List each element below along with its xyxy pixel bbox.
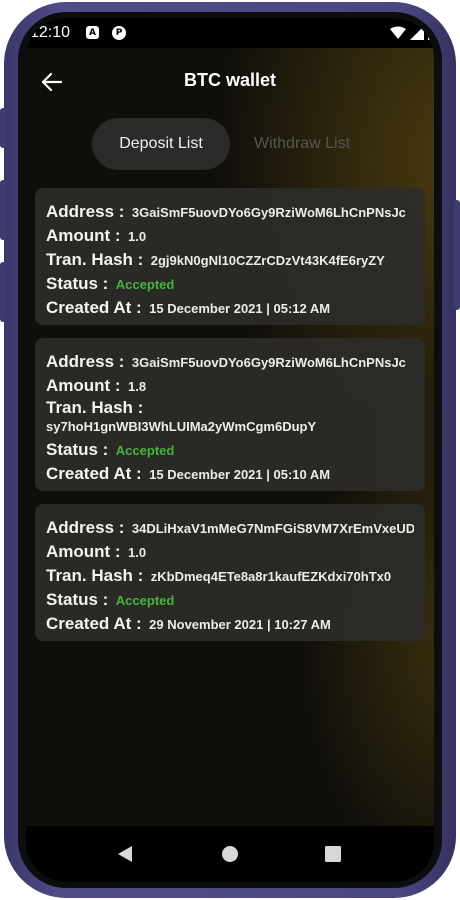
- app-header: BTC wallet: [26, 64, 434, 100]
- nav-home-button[interactable]: [200, 826, 260, 882]
- amount-value: 1.8: [128, 379, 147, 394]
- phone-side-button: [454, 200, 460, 310]
- phone-side-button: [0, 108, 6, 148]
- status-time: 12:10: [30, 24, 71, 41]
- address-row: Address : 34DLiHxaV1mMeG7NmFGiS8VM7XrEmV…: [46, 516, 414, 540]
- navigation-bar: [26, 826, 434, 882]
- tab-withdraw-list[interactable]: Withdraw List: [232, 118, 372, 170]
- tab-bar: Deposit List Withdraw List: [92, 118, 372, 170]
- a-icon: A: [86, 26, 99, 39]
- amount-value: 1.0: [128, 545, 147, 560]
- deposit-card[interactable]: Address : 3GaiSmF5uovDYo6Gy9RziWoM6LhCnP…: [35, 188, 425, 325]
- status-row: Status : Accepted: [46, 438, 414, 462]
- created-value: 15 December 2021 | 05:10 AM: [149, 467, 331, 482]
- created-value: 29 November 2021 | 10:27 AM: [149, 617, 331, 632]
- status-value: Accepted: [115, 593, 175, 608]
- amount-label: Amount :: [46, 542, 121, 561]
- hash-row: Tran. Hash : sy7hoH1gnWBI3WhLUIMa2yWmCgm…: [46, 398, 414, 438]
- hash-value: sy7hoH1gnWBI3WhLUIMa2yWmCgm6DupY: [46, 419, 317, 434]
- wifi-icon: [390, 26, 406, 39]
- address-label: Address :: [46, 518, 125, 537]
- status-value: Accepted: [115, 443, 175, 458]
- created-row: Created At : 29 November 2021 | 10:27 AM: [46, 612, 414, 636]
- screen: 12:10 A P BTC wallet Deposit List Withdr…: [26, 18, 434, 882]
- signal-icon: [410, 26, 424, 40]
- phone-side-button: [0, 180, 6, 240]
- address-row: Address : 3GaiSmF5uovDYo6Gy9RziWoM6LhCnP…: [46, 350, 414, 374]
- nav-back-button[interactable]: [95, 826, 155, 882]
- nav-recents-button[interactable]: [303, 826, 363, 882]
- amount-row: Amount : 1.8: [46, 374, 414, 398]
- hash-row: Tran. Hash : zKbDmeq4ETe8a8r1kaufEZKdxi7…: [46, 564, 414, 588]
- deposit-card[interactable]: Address : 3GaiSmF5uovDYo6Gy9RziWoM6LhCnP…: [35, 338, 425, 491]
- status-value: Accepted: [115, 277, 175, 292]
- hash-label: Tran. Hash :: [46, 250, 144, 269]
- amount-row: Amount : 1.0: [46, 224, 414, 248]
- tab-deposit-list[interactable]: Deposit List: [92, 118, 230, 170]
- created-value: 15 December 2021 | 05:12 AM: [149, 301, 331, 316]
- address-row: Address : 3GaiSmF5uovDYo6Gy9RziWoM6LhCnP…: [46, 200, 414, 224]
- address-label: Address :: [46, 202, 125, 221]
- status-row: Status : Accepted: [46, 588, 414, 612]
- status-label: Status :: [46, 590, 109, 609]
- back-triangle-icon: [118, 846, 132, 862]
- created-label: Created At :: [46, 464, 142, 483]
- amount-value: 1.0: [128, 229, 147, 244]
- status-icons: [390, 24, 434, 42]
- hash-label: Tran. Hash :: [46, 566, 144, 585]
- phone-side-button: [0, 262, 6, 322]
- amount-label: Amount :: [46, 376, 121, 395]
- status-bar: 12:10 A P: [26, 18, 434, 48]
- amount-row: Amount : 1.0: [46, 540, 414, 564]
- status-label: Status :: [46, 440, 109, 459]
- status-label: Status :: [46, 274, 109, 293]
- created-label: Created At :: [46, 298, 142, 317]
- created-label: Created At :: [46, 614, 142, 633]
- address-value: 3GaiSmF5uovDYo6Gy9RziWoM6LhCnPNsJc: [131, 355, 406, 370]
- amount-label: Amount :: [46, 226, 121, 245]
- hash-value: 2gj9kN0gNl10CZZrCDzVt43K4fE6ryZY: [150, 253, 385, 268]
- home-circle-icon: [222, 846, 238, 862]
- address-value: 34DLiHxaV1mMeG7NmFGiS8VM7XrEmVxeUD: [131, 521, 414, 536]
- status-row: Status : Accepted: [46, 272, 414, 296]
- hash-row: Tran. Hash : 2gj9kN0gNl10CZZrCDzVt43K4fE…: [46, 248, 414, 272]
- hash-label: Tran. Hash :: [46, 398, 144, 417]
- created-row: Created At : 15 December 2021 | 05:10 AM: [46, 462, 414, 486]
- page-title: BTC wallet: [183, 70, 276, 90]
- address-label: Address :: [46, 352, 125, 371]
- address-value: 3GaiSmF5uovDYo6Gy9RziWoM6LhCnPNsJc: [131, 205, 406, 220]
- p-icon: P: [112, 26, 126, 40]
- created-row: Created At : 15 December 2021 | 05:12 AM: [46, 296, 414, 320]
- hash-value: zKbDmeq4ETe8a8r1kaufEZKdxi70hTx0: [150, 569, 392, 584]
- battery-icon: [428, 27, 434, 40]
- deposit-card[interactable]: Address : 34DLiHxaV1mMeG7NmFGiS8VM7XrEmV…: [35, 504, 425, 641]
- recents-square-icon: [325, 846, 341, 862]
